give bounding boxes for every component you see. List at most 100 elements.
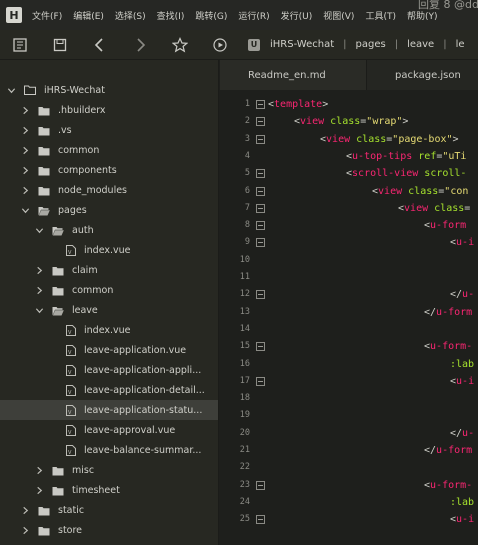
back-button[interactable]: [80, 30, 120, 60]
tree-folder-node-modules[interactable]: node_modules: [0, 180, 218, 200]
menu-view[interactable]: 视图(V): [323, 9, 354, 22]
menu-publish[interactable]: 发行(U): [281, 9, 313, 22]
fold-toggle-icon[interactable]: [256, 100, 265, 109]
code-tag: u-top-tips: [352, 150, 413, 162]
forward-button[interactable]: [120, 30, 160, 60]
chevron-right-icon[interactable]: [20, 505, 30, 515]
fold-toggle-icon[interactable]: [256, 515, 265, 525]
tree-folder-leave[interactable]: leave: [0, 300, 218, 320]
code-line[interactable]: 19: [220, 407, 478, 424]
chevron-down-icon[interactable]: [34, 305, 44, 315]
fold-toggle-icon[interactable]: [256, 169, 265, 179]
chevron-right-icon[interactable]: [34, 465, 44, 475]
code-line[interactable]: 23 <u-form-: [220, 477, 478, 494]
fold-toggle-icon[interactable]: [256, 117, 265, 127]
chevron-right-icon[interactable]: [34, 265, 44, 275]
fold-toggle-icon[interactable]: [256, 186, 265, 196]
code-line[interactable]: 4 <u-top-tips ref="uTi: [220, 148, 478, 165]
tree-file-index-vue[interactable]: Vindex.vue: [0, 240, 218, 260]
tab-package-json[interactable]: package.json: [366, 60, 478, 90]
tree-file-index-vue[interactable]: Vindex.vue: [0, 320, 218, 340]
code-line[interactable]: 3 <view class="page-box">: [220, 131, 478, 148]
tree-folder-hbuilderx[interactable]: .hbuilderx: [0, 100, 218, 120]
tree-file-leave-balance-summar[interactable]: Vleave-balance-summar...: [0, 440, 218, 460]
code-line[interactable]: 5 <scroll-view scroll-: [220, 165, 478, 182]
code-line[interactable]: 11: [220, 269, 478, 286]
code-editor[interactable]: 1 <template> 2 <view class="wrap"> 3 <view cl…: [220, 90, 478, 545]
code-line[interactable]: 20 </u-: [220, 425, 478, 442]
fold-toggle-icon[interactable]: [256, 134, 265, 144]
fold-toggle-icon[interactable]: [256, 221, 265, 231]
chevron-right-icon[interactable]: [34, 285, 44, 295]
tree-folder-static[interactable]: static: [0, 500, 218, 520]
fold-toggle-icon[interactable]: [256, 342, 265, 352]
fold-toggle-icon[interactable]: [256, 480, 265, 490]
tree-file-leave-application-detail[interactable]: Vleave-application-detail...: [0, 380, 218, 400]
menu-select[interactable]: 选择(S): [115, 9, 146, 22]
menu-edit[interactable]: 编辑(E): [73, 9, 104, 22]
tree-folder-store[interactable]: store: [0, 520, 218, 540]
tree-folder-auth[interactable]: auth: [0, 220, 218, 240]
code-line[interactable]: 9 <u-i: [220, 234, 478, 251]
chevron-down-icon[interactable]: [34, 225, 44, 235]
run-button[interactable]: [200, 30, 240, 60]
toggle-sidebar-button[interactable]: [0, 30, 40, 60]
code-line[interactable]: 16:lab: [220, 356, 478, 373]
tree-folder-pages[interactable]: pages: [0, 200, 218, 220]
tree-file-leave-application-vue[interactable]: Vleave-application.vue: [0, 340, 218, 360]
fold-toggle-icon[interactable]: [256, 290, 265, 300]
code-line[interactable]: 18: [220, 390, 478, 407]
code-line[interactable]: 25 <u-i: [220, 511, 478, 528]
menu-goto[interactable]: 跳转(G): [195, 9, 227, 22]
code-line[interactable]: 17 <u-i: [220, 373, 478, 390]
tab-readme[interactable]: Readme_en.md: [220, 60, 366, 90]
tree-file-leave-application-statu[interactable]: Vleave-application-statu...: [0, 400, 218, 420]
tree-folder-vs[interactable]: .vs: [0, 120, 218, 140]
fold-toggle-icon[interactable]: [256, 238, 265, 248]
chevron-down-icon[interactable]: [6, 85, 16, 95]
tree-folder-common[interactable]: common: [0, 140, 218, 160]
code-line[interactable]: 12 </u-: [220, 286, 478, 303]
chevron-right-icon[interactable]: [20, 125, 30, 135]
tree-file-leave-approval-vue[interactable]: Vleave-approval.vue: [0, 420, 218, 440]
code-line[interactable]: 10: [220, 252, 478, 269]
code-line[interactable]: 24:lab: [220, 494, 478, 511]
chevron-right-icon[interactable]: [20, 185, 30, 195]
menu-run[interactable]: 运行(R): [238, 9, 269, 22]
tree-folder-common[interactable]: common: [0, 280, 218, 300]
code-line[interactable]: 13 </u-form: [220, 304, 478, 321]
chevron-right-icon[interactable]: [34, 485, 44, 495]
tree-folder-claim[interactable]: claim: [0, 260, 218, 280]
chevron-right-icon[interactable]: [20, 105, 30, 115]
breadcrumb-item-project[interactable]: iHRS-Wechat: [270, 39, 334, 50]
chevron-right-icon[interactable]: [20, 145, 30, 155]
fold-toggle-icon[interactable]: [256, 376, 265, 386]
code-line[interactable]: 14: [220, 321, 478, 338]
code-line[interactable]: 22: [220, 459, 478, 476]
tree-folder-components[interactable]: components: [0, 160, 218, 180]
menu-tools[interactable]: 工具(T): [365, 9, 396, 22]
code-line[interactable]: 2 <view class="wrap">: [220, 113, 478, 130]
fold-toggle-icon[interactable]: [256, 203, 265, 213]
code-line[interactable]: 8 <u-form: [220, 217, 478, 234]
chevron-down-icon[interactable]: [20, 205, 30, 215]
tree-folder-ihrs-wechat[interactable]: iHRS-Wechat: [0, 80, 218, 100]
tree-file-leave-application-appli[interactable]: Vleave-application-appli...: [0, 360, 218, 380]
code-line[interactable]: 6 <view class="con: [220, 183, 478, 200]
tree-folder-misc[interactable]: misc: [0, 460, 218, 480]
tree-folder-timesheet[interactable]: timesheet: [0, 480, 218, 500]
breadcrumb-item-leave[interactable]: leave: [407, 39, 434, 50]
chevron-right-icon[interactable]: [20, 165, 30, 175]
breadcrumb-item-file[interactable]: le: [456, 39, 465, 50]
save-button[interactable]: [40, 30, 80, 60]
code-line[interactable]: 1 <template>: [220, 96, 478, 113]
chevron-right-icon[interactable]: [20, 525, 30, 535]
favorite-button[interactable]: [160, 30, 200, 60]
code-line[interactable]: 21 </u-form: [220, 442, 478, 459]
code-line[interactable]: 15 <u-form-: [220, 338, 478, 355]
menu-file[interactable]: 文件(F): [32, 9, 62, 22]
breadcrumb-item-pages[interactable]: pages: [356, 39, 386, 50]
vue-file-icon: V: [66, 324, 76, 336]
menu-find[interactable]: 查找(I): [157, 9, 185, 22]
code-line[interactable]: 7 <view class=: [220, 200, 478, 217]
